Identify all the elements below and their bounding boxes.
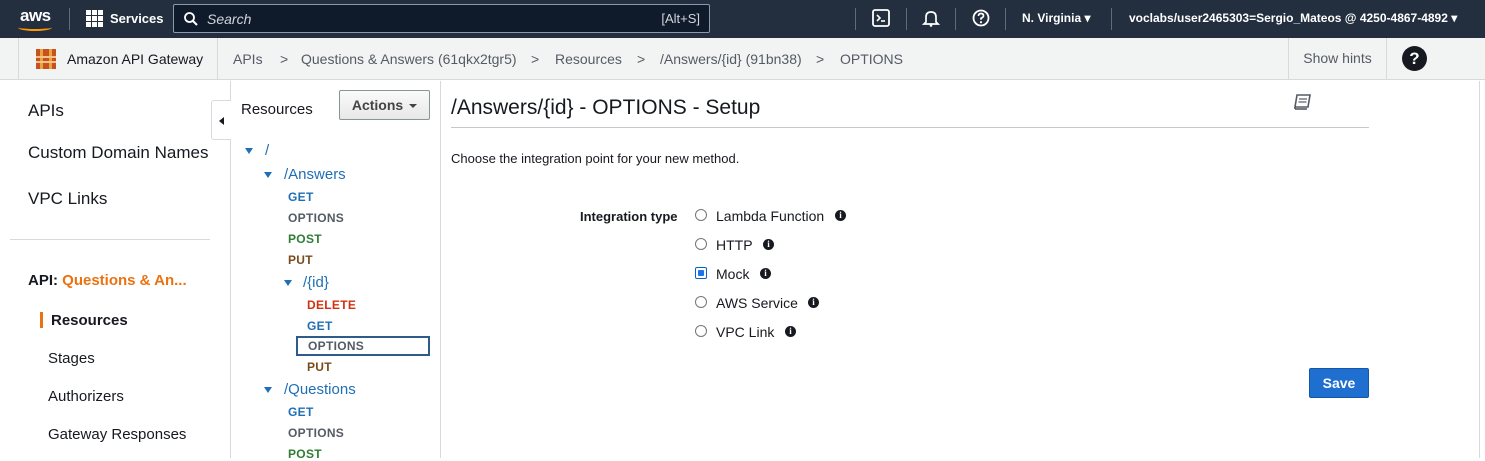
info-icon[interactable]: i (763, 239, 774, 250)
radio-lambda-function[interactable] (695, 209, 707, 221)
divider (1005, 8, 1006, 30)
expand-toggle-icon[interactable] (245, 148, 253, 154)
sidebar: APIs Custom Domain Names VPC Links API: … (10, 81, 230, 458)
method-options[interactable]: OPTIONS (288, 211, 344, 225)
api-gateway-icon (36, 49, 56, 69)
method-get[interactable]: GET (288, 405, 314, 419)
sidebar-item-gateway-responses[interactable]: Gateway Responses (48, 426, 186, 443)
resource-root[interactable]: / (265, 142, 269, 159)
aws-logo[interactable]: aws (20, 6, 51, 26)
breadcrumb-separator: > (531, 51, 540, 67)
collapse-sidebar-button[interactable] (211, 100, 231, 140)
resources-panel-border (440, 81, 441, 458)
api-prefix: API: (28, 272, 58, 289)
actions-dropdown-button[interactable]: Actions (339, 90, 430, 120)
method-setup-panel: /Answers/{id} - OPTIONS - Setup Choose t… (451, 81, 1411, 458)
search-placeholder: Search (207, 11, 252, 27)
sidebar-api-heading[interactable]: API: Questions & An... (28, 272, 187, 289)
active-indicator (40, 312, 43, 328)
method-post[interactable]: POST (288, 232, 322, 246)
info-icon[interactable]: i (808, 297, 819, 308)
divider (906, 8, 907, 30)
resource-questions[interactable]: /Questions (284, 381, 356, 398)
label-aws-service[interactable]: AWS Service (716, 295, 798, 311)
breadcrumb-apis[interactable]: APIs (233, 51, 263, 67)
expand-toggle-icon[interactable] (264, 172, 272, 178)
method-options-selected[interactable]: OPTIONS (308, 339, 364, 353)
sidebar-divider (10, 239, 210, 240)
sidebar-item-authorizers[interactable]: Authorizers (48, 388, 124, 405)
intro-text: Choose the integration point for your ne… (451, 151, 740, 166)
integration-type-label: Integration type (580, 209, 678, 224)
service-home-link[interactable]: Amazon API Gateway (18, 38, 218, 79)
save-button[interactable]: Save (1309, 368, 1369, 398)
resource-id[interactable]: /{id} (303, 274, 329, 291)
account-label: voclabs/user2465303=Sergio_Mateos @ 4250… (1129, 11, 1448, 25)
method-options[interactable]: OPTIONS (288, 426, 344, 440)
resources-heading: Resources (241, 101, 313, 118)
breadcrumb-resource[interactable]: /Answers/{id} (91bn38) (660, 51, 802, 67)
divider (1111, 8, 1112, 30)
breadcrumb-method: OPTIONS (840, 51, 904, 67)
divider (955, 8, 956, 30)
label-http[interactable]: HTTP (716, 237, 753, 253)
breadcrumb-separator: > (816, 51, 825, 67)
breadcrumb-bar: Amazon API Gateway APIs > Questions & An… (0, 38, 1485, 80)
services-grid-icon[interactable] (86, 10, 103, 27)
info-icon[interactable]: i (785, 326, 796, 337)
page-title: /Answers/{id} - OPTIONS - Setup (451, 96, 761, 119)
api-name: Questions & An... (62, 272, 187, 289)
search-input[interactable]: Search [Alt+S] (173, 4, 710, 33)
radio-http[interactable] (695, 238, 707, 250)
sidebar-item-apis[interactable]: APIs (28, 101, 64, 121)
divider (69, 8, 70, 30)
method-get[interactable]: GET (288, 190, 314, 204)
expand-toggle-icon[interactable] (264, 387, 272, 393)
method-put[interactable]: PUT (307, 360, 332, 374)
service-name: Amazon API Gateway (67, 51, 204, 67)
radio-aws-service[interactable] (695, 296, 707, 308)
search-shortcut: [Alt+S] (661, 11, 700, 26)
sidebar-item-stages[interactable]: Stages (48, 350, 95, 367)
sidebar-item-vpc-links[interactable]: VPC Links (28, 189, 107, 209)
info-icon[interactable]: i (835, 210, 846, 221)
sidebar-item-custom-domain-names[interactable]: Custom Domain Names (28, 143, 208, 163)
expand-toggle-icon[interactable] (284, 280, 292, 286)
right-scrollbar[interactable] (1479, 81, 1485, 458)
help-circle-icon[interactable] (972, 9, 990, 27)
label-vpc-link[interactable]: VPC Link (716, 324, 774, 340)
label-mock[interactable]: Mock (716, 266, 749, 282)
radio-mock-checked[interactable] (695, 267, 707, 279)
title-divider (451, 127, 1369, 128)
region-selector[interactable]: N. Virginia ▾ (1022, 11, 1091, 25)
help-icon[interactable]: ? (1402, 46, 1427, 71)
divider (855, 8, 856, 30)
breadcrumb-api[interactable]: Questions & Answers (61qkx2tgr5) (301, 51, 517, 67)
sidebar-item-resources[interactable]: Resources (51, 312, 128, 329)
breadcrumb-separator: > (280, 51, 289, 67)
method-get[interactable]: GET (307, 319, 333, 333)
top-navigation-bar: aws Services Search [Alt+S] N. Virginia … (0, 0, 1485, 38)
search-icon (184, 12, 198, 26)
resources-panel: Resources Actions / /Answers GET OPTIONS… (231, 81, 440, 461)
account-menu[interactable]: voclabs/user2465303=Sergio_Mateos @ 4250… (1129, 11, 1457, 25)
label-lambda-function[interactable]: Lambda Function (716, 208, 824, 224)
radio-vpc-link[interactable] (695, 325, 707, 337)
documentation-book-icon[interactable] (1293, 93, 1313, 111)
breadcrumb-resources[interactable]: Resources (555, 51, 622, 67)
method-delete[interactable]: DELETE (307, 298, 356, 312)
breadcrumb-separator: > (637, 51, 646, 67)
info-icon[interactable]: i (760, 268, 771, 279)
actions-label: Actions (351, 97, 404, 113)
cloudshell-icon[interactable] (872, 9, 890, 27)
bell-icon[interactable] (922, 9, 940, 27)
method-put[interactable]: PUT (288, 253, 313, 267)
resource-answers[interactable]: /Answers (284, 166, 346, 183)
aws-smile-icon (18, 24, 52, 31)
services-menu-button[interactable]: Services (110, 11, 164, 26)
method-post[interactable]: POST (288, 447, 322, 461)
show-hints-button[interactable]: Show hints (1288, 38, 1387, 79)
region-label: N. Virginia (1022, 11, 1082, 25)
